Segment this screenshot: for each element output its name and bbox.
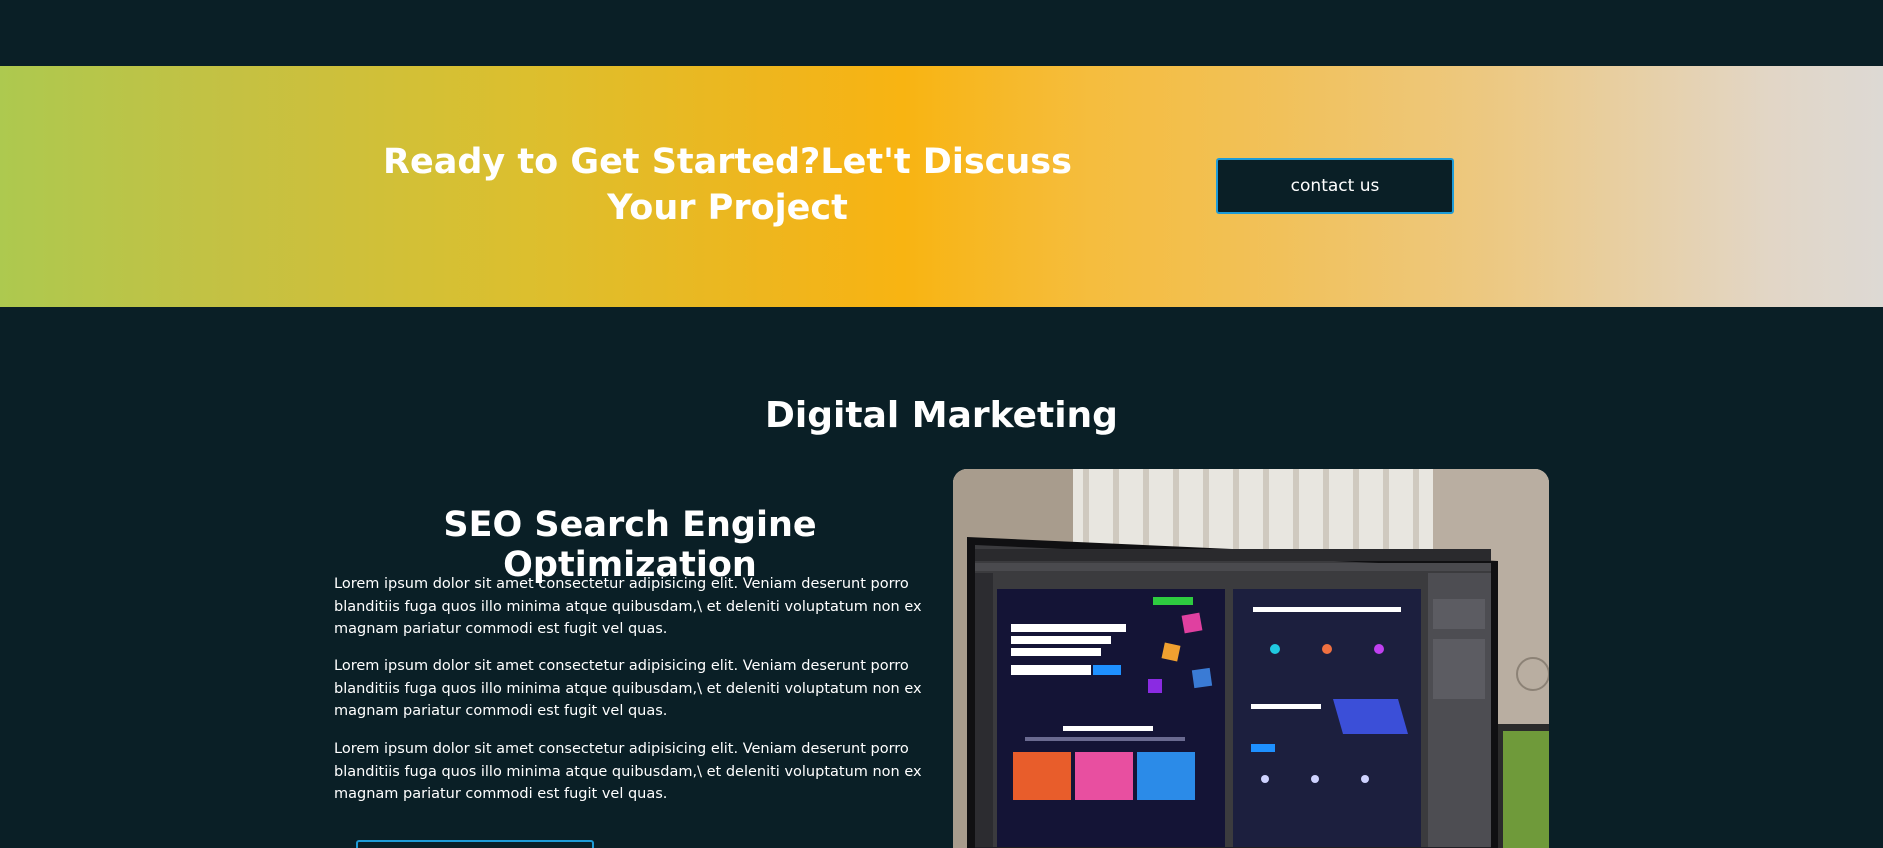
service-paragraph: Lorem ipsum dolor sit amet consectetur a…	[334, 576, 922, 637]
top-strip	[0, 0, 1883, 66]
service-paragraph: Lorem ipsum dolor sit amet consectetur a…	[334, 741, 922, 802]
section-title: Digital Marketing	[765, 395, 1118, 436]
photo-monitor-scene	[953, 469, 1549, 848]
service-photo	[953, 469, 1549, 848]
cta-banner: Ready to Get Started?Let't Discuss Your …	[0, 66, 1883, 307]
service-action-button[interactable]	[356, 840, 594, 848]
services-section: Digital Marketing SEO Search Engine Opti…	[0, 307, 1883, 848]
cta-heading: Ready to Get Started?Let't Discuss Your …	[383, 142, 1072, 228]
service-paragraph: Lorem ipsum dolor sit amet consectetur a…	[334, 658, 922, 719]
contact-us-button[interactable]: contact us	[1216, 158, 1454, 214]
